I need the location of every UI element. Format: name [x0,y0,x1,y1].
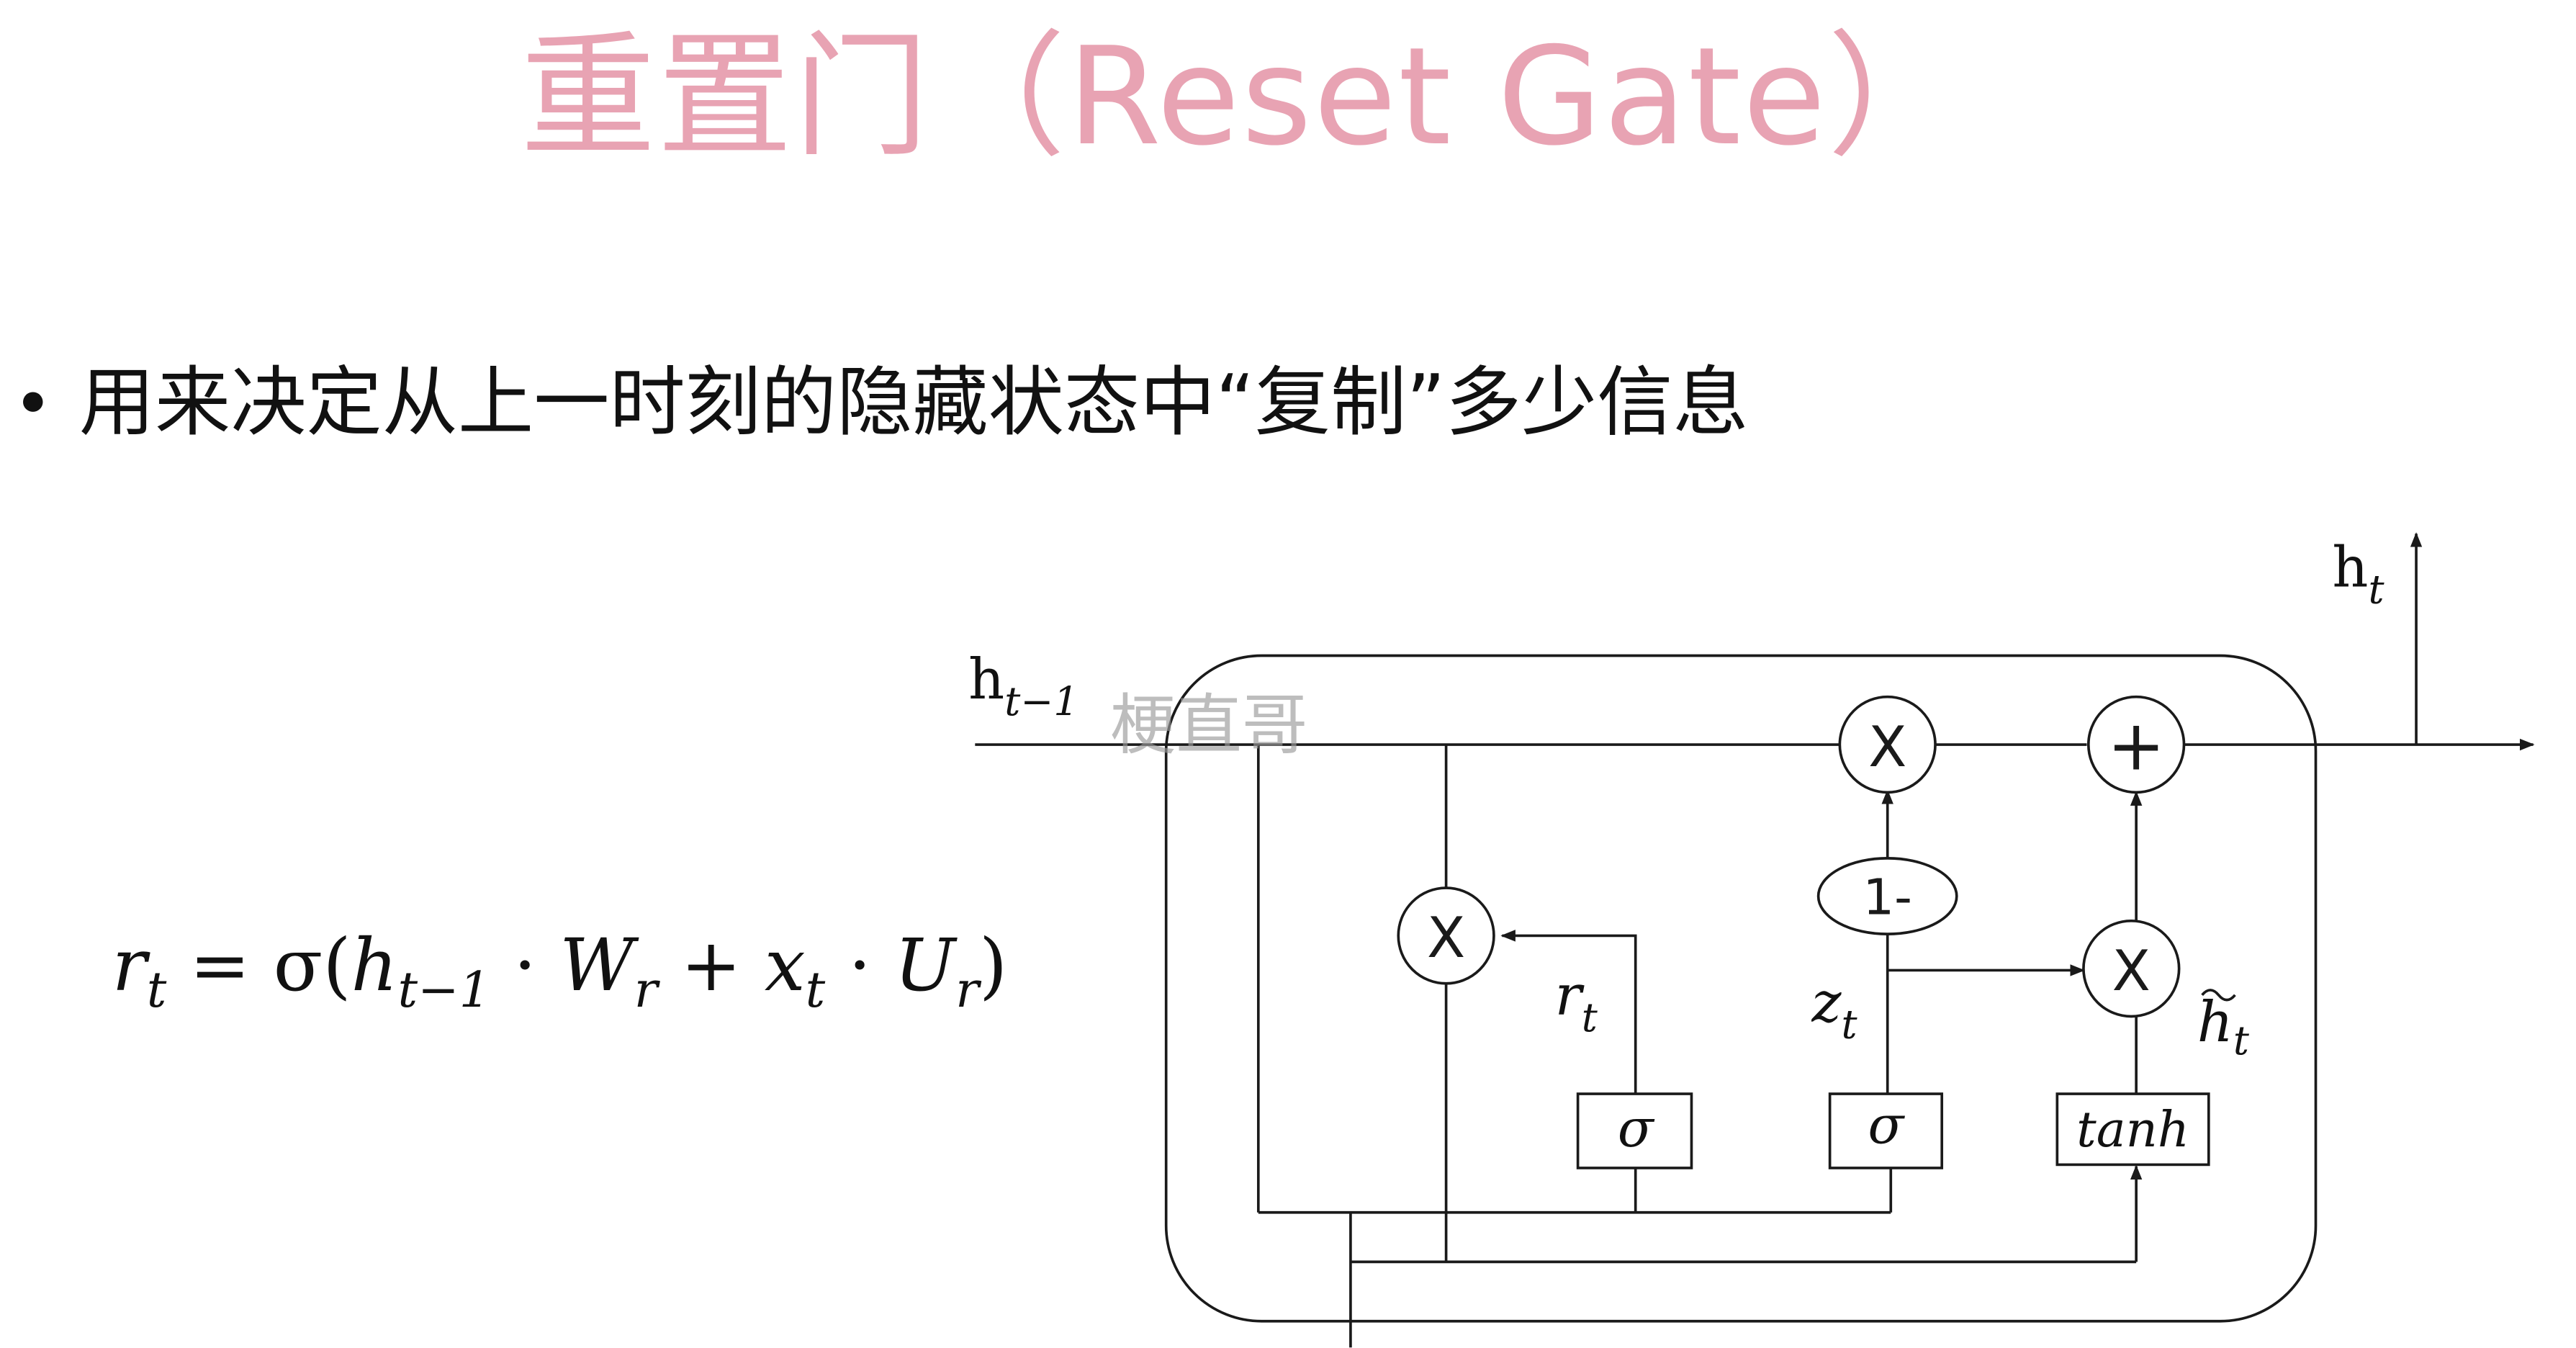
one-minus-label: 1- [1863,869,1911,927]
sigma-r-label: σ [1618,1098,1655,1159]
r-t-label: rt [1555,963,1598,1041]
watermark-text: 梗直哥 [1110,687,1308,764]
gru-diagram: X X + X 1- σ σ tanh ht−1 ht rt zt ht 梗直哥 [968,532,2535,1348]
h-out-sub: t [2368,566,2384,612]
h-prev-label: ht−1 [968,647,1078,724]
r-t-sub: t [1582,994,1598,1041]
update-mult-symbol: X [2112,939,2151,1004]
reset-mult-symbol: X [1427,906,1465,971]
h-prev-sub: t−1 [1004,678,1078,724]
tanh-label: tanh [2076,1101,2189,1159]
h-tilde-sub: t [2233,1017,2250,1064]
plus-symbol: + [2107,705,2166,786]
slide: 重置门（Reset Gate） 用来决定从上一时刻的隐藏状态中“复制”多少信息 … [0,0,2576,1348]
sigma-z-label: σ [1868,1095,1905,1156]
z-t-label: zt [1811,970,1857,1047]
h-tilde-label: ht [2197,990,2250,1064]
top-mult-symbol: X [1868,715,1906,780]
h-out-label: ht [2332,535,2384,612]
z-t-sub: t [1841,1001,1857,1047]
